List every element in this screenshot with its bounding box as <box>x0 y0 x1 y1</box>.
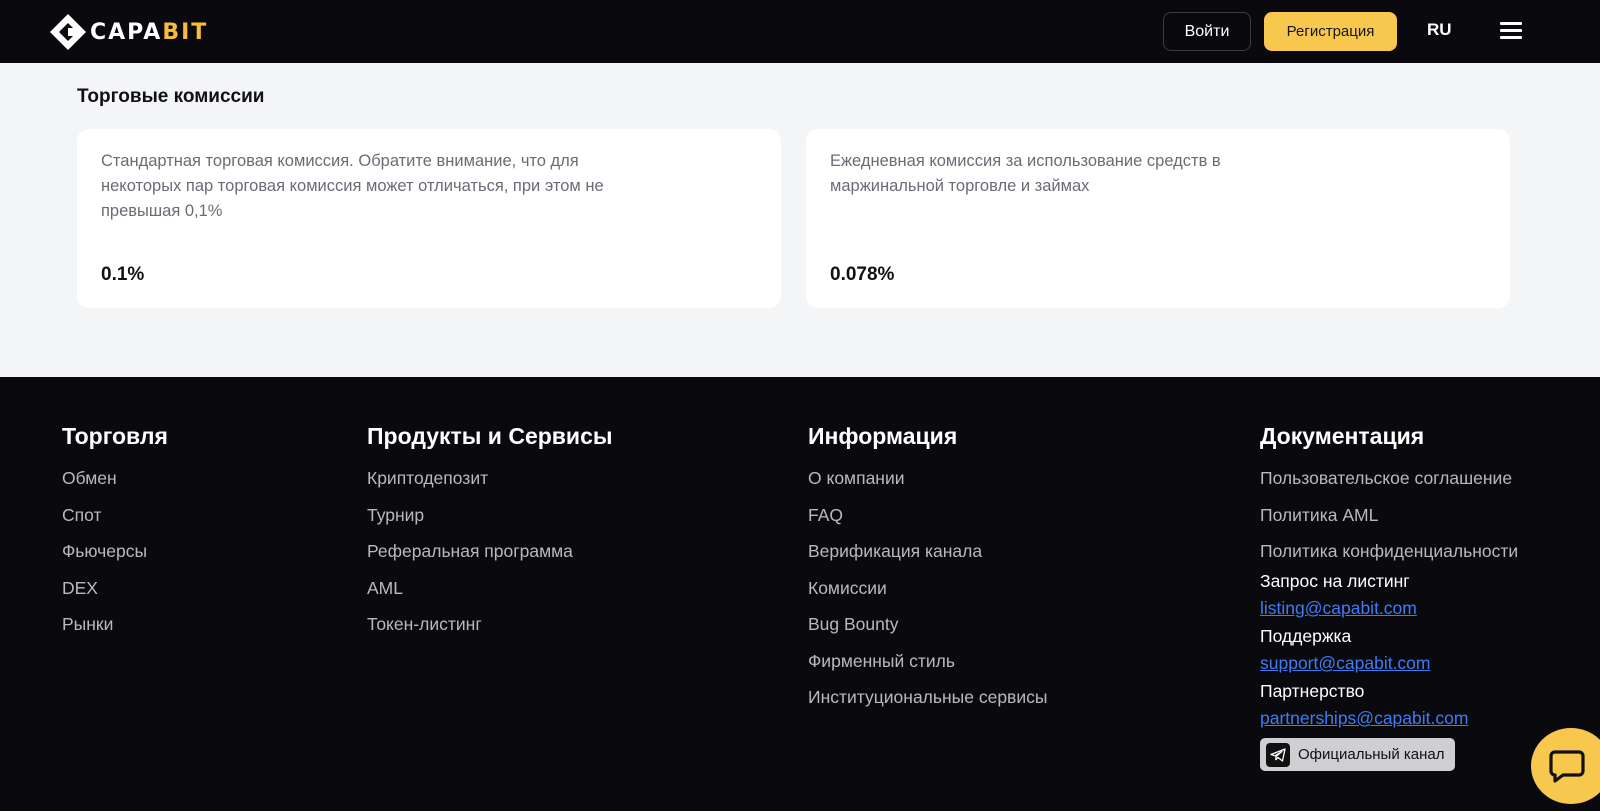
login-button[interactable]: Войти <box>1163 12 1251 51</box>
footer-column-title: Документация <box>1260 423 1425 449</box>
section-title: Торговые комиссии <box>77 86 265 107</box>
fee-value: 0.078% <box>830 264 895 285</box>
chat-icon <box>1549 750 1585 783</box>
footer-link-exchange[interactable]: Обмен <box>62 468 168 505</box>
footer-column-title: Информация <box>808 423 958 449</box>
fee-description: Ежедневная комиссия за использование сре… <box>830 152 1221 195</box>
footer-column-documentation: Документация Пользовательское соглашение… <box>1260 421 1518 771</box>
footer-link-crypto-deposit[interactable]: Криптодепозит <box>367 468 613 505</box>
footer-link-user-agreement[interactable]: Пользовательское соглашение <box>1260 468 1518 505</box>
footer-link-privacy-policy[interactable]: Политика конфиденциальности <box>1260 541 1518 571</box>
fee-card-margin: Ежедневная комиссия за использование сре… <box>806 129 1510 308</box>
fee-value: 0.1% <box>101 264 145 285</box>
hamburger-icon[interactable] <box>1500 22 1522 40</box>
footer-link-markets[interactable]: Рынки <box>62 614 168 651</box>
footer-link-bug-bounty[interactable]: Bug Bounty <box>808 614 1047 651</box>
footer-link-futures[interactable]: Фьючерсы <box>62 541 168 578</box>
capabit-logo-icon <box>50 14 86 50</box>
footer-link-institutional[interactable]: Институциональные сервисы <box>808 687 1047 724</box>
footer-column-products: Продукты и Сервисы Криптодепозит Турнир … <box>367 421 613 651</box>
telegram-button-label: Официальный канал <box>1298 746 1445 763</box>
footer-link-aml[interactable]: AML <box>367 578 613 615</box>
telegram-channel-button[interactable]: Официальный канал <box>1260 738 1455 771</box>
footer-link-fees[interactable]: Комиссии <box>808 578 1047 615</box>
contact-label-support: Поддержка <box>1260 626 1352 646</box>
footer-column-information: Информация О компании FAQ Верификация ка… <box>808 421 1047 724</box>
footer-link-spot[interactable]: Спот <box>62 505 168 542</box>
contact-email-partnership[interactable]: partnerships@capabit.com <box>1260 708 1518 736</box>
fee-description: Стандартная торговая комиссия. Обратите … <box>101 152 604 220</box>
footer-link-referral[interactable]: Реферальная программа <box>367 541 613 578</box>
contact-email-support[interactable]: support@capabit.com <box>1260 653 1518 681</box>
top-header: CAPABIT Войти Регистрация RU <box>0 0 1600 63</box>
telegram-icon <box>1266 742 1290 767</box>
footer-column-title: Торговля <box>62 423 168 449</box>
footer-column-trading: Торговля Обмен Спот Фьючерсы DEX Рынки <box>62 421 168 651</box>
footer-link-token-listing[interactable]: Токен-листинг <box>367 614 613 651</box>
footer-column-title: Продукты и Сервисы <box>367 423 613 449</box>
register-button[interactable]: Регистрация <box>1264 12 1397 51</box>
logo-wordmark: CAPABIT <box>90 19 209 45</box>
footer-link-brand-style[interactable]: Фирменный стиль <box>808 651 1047 688</box>
contact-label-partnership: Партнерство <box>1260 681 1365 701</box>
footer-link-tournament[interactable]: Турнир <box>367 505 613 542</box>
contact-email-listing[interactable]: listing@capabit.com <box>1260 598 1518 626</box>
footer-link-aml-policy[interactable]: Политика AML <box>1260 505 1518 542</box>
footer-link-channel-verification[interactable]: Верификация канала <box>808 541 1047 578</box>
capabit-logo[interactable]: CAPABIT <box>42 14 208 50</box>
footer-link-dex[interactable]: DEX <box>62 578 168 615</box>
fee-card-standard: Стандартная торговая комиссия. Обратите … <box>77 129 781 308</box>
footer-link-faq[interactable]: FAQ <box>808 505 1047 542</box>
site-footer: Торговля Обмен Спот Фьючерсы DEX Рынки П… <box>0 377 1600 811</box>
trading-fees-section: Торговые комиссии Стандартная торговая к… <box>0 63 1600 377</box>
footer-link-about[interactable]: О компании <box>808 468 1047 505</box>
language-switcher[interactable]: RU <box>1427 20 1452 40</box>
contact-label-listing: Запрос на листинг <box>1260 571 1410 591</box>
